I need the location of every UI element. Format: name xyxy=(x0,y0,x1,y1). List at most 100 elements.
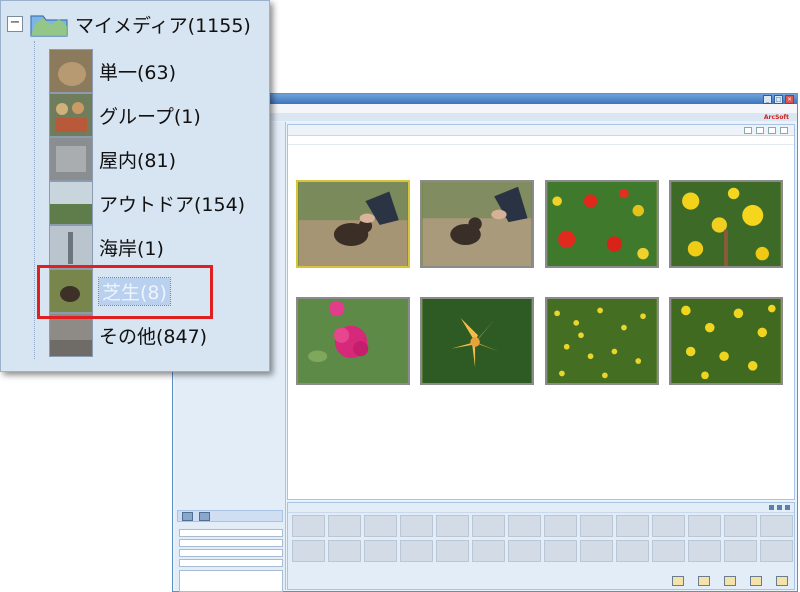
view-icon[interactable] xyxy=(744,127,752,134)
tray-icon[interactable] xyxy=(777,505,782,510)
tray-slot[interactable] xyxy=(436,540,469,562)
tree-item-indoor[interactable]: 屋内(81) xyxy=(49,137,176,181)
category-thumbnail xyxy=(49,225,93,269)
tree-item-label: その他(847) xyxy=(99,325,208,348)
tray-slot[interactable] xyxy=(760,515,793,537)
photo-icon[interactable] xyxy=(199,511,210,521)
tree-item-outdoor[interactable]: アウトドア(154) xyxy=(49,181,245,225)
view-icon[interactable] xyxy=(780,127,788,134)
tray-slot[interactable] xyxy=(616,515,649,537)
photo-thumbnail[interactable] xyxy=(420,297,534,385)
category-thumbnail xyxy=(49,137,93,181)
action-button[interactable] xyxy=(750,576,762,586)
properties-panel xyxy=(179,528,283,592)
view-icon[interactable] xyxy=(768,127,776,134)
tray-slot[interactable] xyxy=(328,540,361,562)
photo-thumbnail[interactable] xyxy=(420,180,534,268)
tray-panel xyxy=(287,502,795,590)
tray-slot[interactable] xyxy=(688,515,721,537)
property-field[interactable] xyxy=(179,559,283,567)
tray-slot[interactable] xyxy=(400,515,433,537)
tray-slot[interactable] xyxy=(292,540,325,562)
tree-connector xyxy=(34,41,35,359)
tray-slot[interactable] xyxy=(616,540,649,562)
photo-thumbnail[interactable] xyxy=(669,180,783,268)
tree-root-label: マイメディア(1155) xyxy=(75,14,251,37)
yellow-field-photo xyxy=(671,299,781,383)
memo-field[interactable] xyxy=(179,570,283,592)
tray-slot[interactable] xyxy=(580,515,613,537)
tray-slot[interactable] xyxy=(472,540,505,562)
tray-controls xyxy=(769,505,790,510)
media-browser-header xyxy=(288,125,794,136)
tree-item-label: 単一(63) xyxy=(99,61,177,84)
tray-icon[interactable] xyxy=(785,505,790,510)
tray-slot[interactable] xyxy=(400,540,433,562)
tray-slot[interactable] xyxy=(508,540,541,562)
tree-item-other[interactable]: その他(847) xyxy=(49,313,207,357)
tray-slot[interactable] xyxy=(724,540,757,562)
photo-thumbnail[interactable] xyxy=(545,297,659,385)
tray-slot[interactable] xyxy=(364,515,397,537)
tray-header xyxy=(288,503,794,513)
tray-slot[interactable] xyxy=(652,515,685,537)
pink-flower-photo xyxy=(298,299,408,383)
tray-slot[interactable] xyxy=(580,540,613,562)
tray-slot[interactable] xyxy=(436,515,469,537)
tray-slot[interactable] xyxy=(328,515,361,537)
window-controls: _ □ × xyxy=(763,95,794,104)
photo-thumbnail[interactable] xyxy=(545,180,659,268)
media-browser-subheader xyxy=(288,136,794,145)
tray-slot[interactable] xyxy=(472,515,505,537)
category-thumbnail xyxy=(49,93,93,137)
tray-slot[interactable] xyxy=(724,515,757,537)
film-icon xyxy=(724,576,736,586)
print-icon xyxy=(698,576,710,586)
media-folder-icon xyxy=(30,15,68,37)
view-icon[interactable] xyxy=(756,127,764,134)
action-button[interactable] xyxy=(698,576,710,586)
tray-slot[interactable] xyxy=(652,540,685,562)
photo-thumbnail[interactable] xyxy=(296,180,410,268)
photo-thumbnail[interactable] xyxy=(669,297,783,385)
tree-item-label: 屋内(81) xyxy=(99,149,177,172)
red-flowers-photo xyxy=(547,182,657,266)
tray-icon[interactable] xyxy=(769,505,774,510)
action-button[interactable] xyxy=(724,576,736,586)
tray-slot[interactable] xyxy=(760,540,793,562)
close-icon[interactable]: × xyxy=(785,95,794,104)
tray-slot[interactable] xyxy=(508,515,541,537)
tree-item-label: 海岸(1) xyxy=(99,237,164,260)
person-icon[interactable] xyxy=(182,511,193,521)
selection-highlight-box xyxy=(37,265,213,319)
maximize-icon[interactable]: □ xyxy=(774,95,783,104)
tray-slot[interactable] xyxy=(688,540,721,562)
tray-actions xyxy=(672,576,788,586)
tray-slot[interactable] xyxy=(292,515,325,537)
tree-item-single[interactable]: 単一(63) xyxy=(49,49,176,93)
category-thumbnail xyxy=(49,49,93,93)
view-buttons xyxy=(744,127,788,134)
action-button[interactable] xyxy=(672,576,684,586)
collapse-icon[interactable]: − xyxy=(7,16,23,32)
media-tree-zoom: − マイメディア(1155) 単一(63) グループ(1) 屋内(81) アウト… xyxy=(0,0,270,372)
property-row xyxy=(179,538,283,548)
property-field[interactable] xyxy=(179,549,283,557)
share-icon xyxy=(776,576,788,586)
tree-item-group[interactable]: グループ(1) xyxy=(49,93,201,137)
photo-thumbnail[interactable] xyxy=(296,297,410,385)
tree-item-label: グループ(1) xyxy=(99,105,201,128)
minimize-icon[interactable]: _ xyxy=(763,95,772,104)
action-button[interactable] xyxy=(776,576,788,586)
tree-item-beach[interactable]: 海岸(1) xyxy=(49,225,164,269)
tray-slot[interactable] xyxy=(544,540,577,562)
tray-slot[interactable] xyxy=(364,540,397,562)
property-field[interactable] xyxy=(179,539,283,547)
folder-icon xyxy=(672,576,684,586)
tree-root[interactable]: − マイメディア(1155) xyxy=(7,7,251,41)
lily-photo xyxy=(422,299,532,383)
property-field[interactable] xyxy=(179,529,283,537)
yellow-field-photo xyxy=(547,299,657,383)
left-pane-tools xyxy=(177,510,283,522)
tray-slot[interactable] xyxy=(544,515,577,537)
